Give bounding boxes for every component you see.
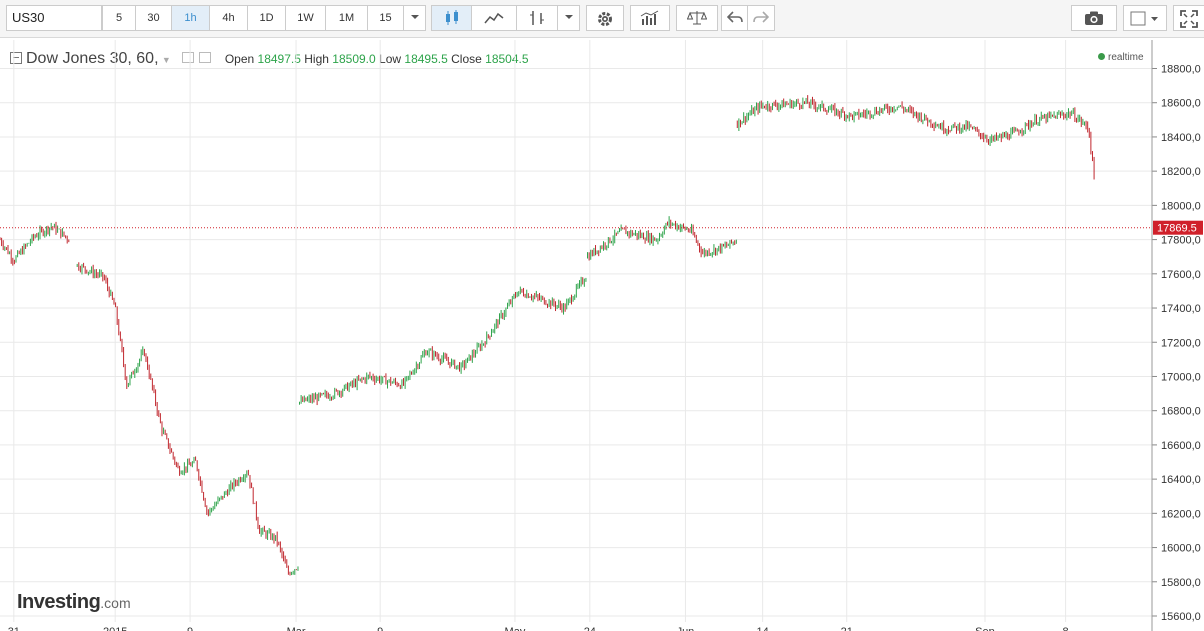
indicators-button[interactable] (630, 5, 670, 31)
investing-logo: Investing.com (17, 591, 131, 614)
x-tick-label: Sep (975, 626, 995, 631)
undo-icon (726, 11, 743, 23)
y-tick-label: 18200,0 (1161, 166, 1201, 178)
y-tick-label: 18800,0 (1161, 64, 1201, 76)
scales-icon (687, 11, 707, 25)
interval-15-button[interactable]: 15 (367, 5, 404, 31)
fullscreen-icon (1180, 10, 1198, 28)
y-tick-label: 17400,0 (1161, 303, 1201, 315)
redo-button[interactable] (747, 5, 775, 31)
y-tick-label: 17000,0 (1161, 371, 1201, 383)
y-tick-label: 18600,0 (1161, 98, 1201, 110)
indicators-icon (640, 10, 659, 25)
bar-chart-icon (530, 11, 544, 25)
x-tick-label: Mar (287, 626, 306, 631)
redo-icon (753, 11, 769, 23)
chevron-down-icon (564, 15, 573, 19)
x-tick-label: 8 (1063, 626, 1069, 631)
layout-square-icon (1130, 11, 1158, 26)
gear-icon (598, 12, 612, 26)
interval-1d-button[interactable]: 1D (247, 5, 286, 31)
y-tick-label: 16000,0 (1161, 543, 1201, 555)
x-tick-label: Jun (677, 626, 695, 631)
fullscreen-button[interactable] (1173, 5, 1204, 31)
interval-5-button[interactable]: 5 (102, 5, 136, 31)
x-tick-label: 2015 (103, 626, 127, 631)
x-tick-label: 31 (8, 626, 20, 631)
y-tick-label: 18400,0 (1161, 132, 1201, 144)
settings-button[interactable] (586, 5, 624, 31)
camera-icon (1085, 11, 1103, 25)
interval-4h-button[interactable]: 4h (209, 5, 248, 31)
x-tick-label: 24 (584, 626, 596, 631)
y-tick-label: 15600,0 (1161, 611, 1201, 623)
y-tick-label: 16800,0 (1161, 406, 1201, 418)
interval-dropdown-button[interactable] (403, 5, 426, 31)
line-style-button[interactable] (471, 5, 517, 31)
x-tick-label: 9 (377, 626, 383, 631)
y-tick-label: 17200,0 (1161, 337, 1201, 349)
chart-style-dropdown-button[interactable] (557, 5, 580, 31)
x-tick-label: 14 (756, 626, 768, 631)
compare-button[interactable] (676, 5, 718, 31)
y-tick-label: 17600,0 (1161, 269, 1201, 281)
candlestick-icon (445, 10, 458, 25)
logo-main: Investing (17, 591, 101, 613)
logo-sub: .com (100, 595, 131, 611)
symbol-input[interactable]: US30 (6, 5, 102, 31)
x-tick-label: 21 (841, 626, 853, 631)
x-tick-label: 9 (187, 626, 193, 631)
price-chart[interactable]: 18800,0 18600,0 18400,0 18200,0 18000,0 17800… (0, 40, 1204, 631)
interval-1h-button[interactable]: 1h (171, 5, 210, 31)
x-tick-label: May (505, 626, 526, 631)
bars-style-button[interactable] (516, 5, 558, 31)
current-price-label: 17869.5 (1157, 223, 1197, 235)
y-tick-label: 16200,0 (1161, 508, 1201, 520)
interval-30-button[interactable]: 30 (135, 5, 172, 31)
y-tick-label: 16600,0 (1161, 440, 1201, 452)
layout-button[interactable] (1123, 5, 1167, 31)
chart-toolbar: US30 5 30 1h 4h 1D 1W 1M 15 (0, 0, 1204, 38)
snapshot-button[interactable] (1071, 5, 1117, 31)
line-chart-icon (484, 12, 504, 24)
y-tick-label: 17800,0 (1161, 235, 1201, 247)
candles-style-button[interactable] (431, 5, 472, 31)
interval-1m-button[interactable]: 1M (325, 5, 368, 31)
undo-button[interactable] (721, 5, 748, 31)
y-tick-label: 18000,0 (1161, 200, 1201, 212)
interval-1w-button[interactable]: 1W (285, 5, 326, 31)
chevron-down-icon (410, 15, 419, 19)
y-tick-label: 16400,0 (1161, 474, 1201, 486)
y-tick-label: 15800,0 (1161, 577, 1201, 589)
